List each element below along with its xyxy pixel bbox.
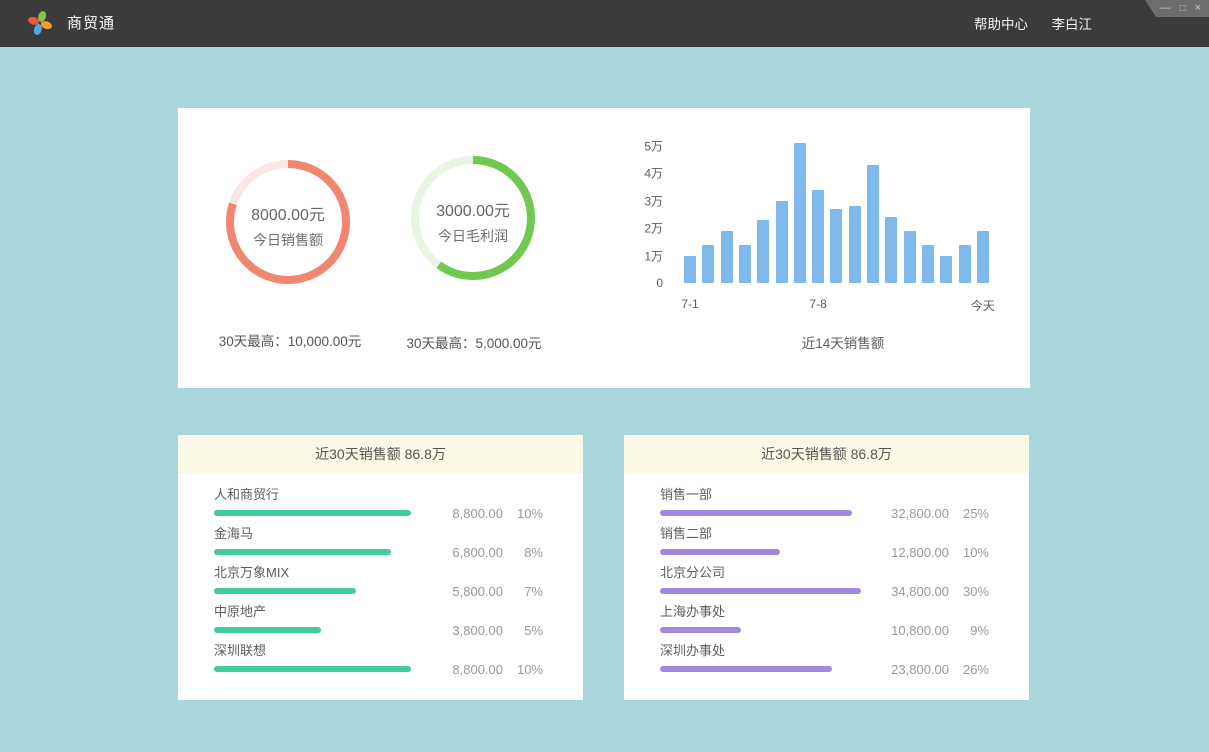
list-item-label: 人和商贸行 [214, 486, 543, 506]
list-item: 北京分公司34,800.0030% [660, 564, 989, 603]
list-item-bar [214, 627, 321, 633]
daily-sales-bar [757, 220, 769, 283]
daily-sales-bar [959, 245, 971, 284]
y-axis-tick: 1万 [644, 247, 663, 264]
daily-sales-bar [684, 256, 696, 284]
daily-sales-bar [794, 143, 806, 283]
top-departments-rows: 销售一部32,800.0025%销售二部12,800.0010%北京分公司34,… [624, 473, 1029, 681]
list-item-percent: 10% [503, 662, 543, 677]
daily-sales-bar [977, 231, 989, 283]
daily-sales-bar [849, 206, 861, 283]
list-item-label: 销售一部 [660, 486, 989, 506]
x-axis-tick: 7-8 [809, 297, 826, 311]
list-item-label: 深圳联想 [214, 642, 543, 662]
daily-sales-bar [721, 231, 733, 283]
list-item-percent: 5% [503, 623, 543, 638]
list-item-label: 销售二部 [660, 525, 989, 545]
window-controls: — □ × [1145, 0, 1209, 17]
list-item: 人和商贸行8,800.0010% [214, 486, 543, 525]
list-item-value: 23,800.00 [869, 662, 949, 677]
list-item-bar [660, 588, 861, 594]
app-title: 商贸通 [67, 0, 115, 47]
y-axis-tick: 0 [656, 276, 663, 290]
list-item-value: 32,800.00 [869, 506, 949, 521]
daily-sales-bar [867, 165, 879, 283]
close-icon[interactable]: × [1195, 0, 1201, 17]
list-item-label: 北京万象MIX [214, 564, 543, 584]
sales-14d-bar-chart: 近14天销售额 0 1万 2万 3万 4万 5万 7-1 7-8 今天 [178, 108, 1030, 388]
y-axis-tick: 3万 [644, 192, 663, 209]
list-item-bar [214, 666, 411, 672]
list-item-label: 深圳办事处 [660, 642, 989, 662]
top-customers-rows: 人和商贸行8,800.0010%金海马6,800.008%北京万象MIX5,80… [178, 473, 583, 681]
daily-sales-bar [904, 231, 916, 283]
y-axis-tick: 2万 [644, 220, 663, 237]
list-item-bar [214, 510, 411, 516]
list-item: 销售一部32,800.0025% [660, 486, 989, 525]
y-axis-tick: 5万 [644, 137, 663, 154]
list-item-label: 北京分公司 [660, 564, 989, 584]
list-item-label: 金海马 [214, 525, 543, 545]
list-item-value: 6,800.00 [423, 545, 503, 560]
list-item-value: 8,800.00 [423, 506, 503, 521]
list-item: 北京万象MIX5,800.007% [214, 564, 543, 603]
list-item-label: 上海办事处 [660, 603, 989, 623]
list-item-value: 12,800.00 [869, 545, 949, 560]
y-axis-tick: 4万 [644, 165, 663, 182]
list-item-percent: 26% [949, 662, 989, 677]
list-item: 上海办事处10,800.009% [660, 603, 989, 642]
daily-sales-bar [940, 256, 952, 284]
app-logo-pinwheel-icon [27, 10, 53, 36]
titlebar: 商贸通 帮助中心 李白江 — □ × [0, 0, 1209, 47]
daily-sales-bar [885, 217, 897, 283]
daily-sales-bar [776, 201, 788, 284]
top-departments-title: 近30天销售额 86.8万 [624, 435, 1029, 473]
today-summary-card: 8000.00元 今日销售额 30天最高：10,000.00元 3000.00元… [178, 108, 1030, 388]
x-axis-tick: 今天 [971, 297, 995, 314]
list-item-bar [660, 549, 780, 555]
current-user-link[interactable]: 李白江 [1052, 0, 1093, 47]
list-item: 销售二部12,800.0010% [660, 525, 989, 564]
list-item-percent: 9% [949, 623, 989, 638]
top-customers-card: 近30天销售额 86.8万 人和商贸行8,800.0010%金海马6,800.0… [178, 435, 583, 700]
list-item-value: 5,800.00 [423, 584, 503, 599]
sales-14d-chart-title: 近14天销售额 [684, 332, 1002, 352]
daily-sales-bar [922, 245, 934, 284]
list-item-value: 8,800.00 [423, 662, 503, 677]
maximize-icon[interactable]: □ [1180, 0, 1186, 17]
daily-sales-bar [739, 245, 751, 284]
list-item-bar [660, 627, 741, 633]
minimize-icon[interactable]: — [1160, 0, 1171, 17]
daily-sales-bar [702, 245, 714, 284]
help-center-link[interactable]: 帮助中心 [974, 0, 1028, 47]
list-item-percent: 30% [949, 584, 989, 599]
x-axis-tick: 7-1 [681, 297, 698, 311]
list-item-percent: 25% [949, 506, 989, 521]
list-item-label: 中原地产 [214, 603, 543, 623]
daily-sales-bar [830, 209, 842, 283]
list-item-value: 10,800.00 [869, 623, 949, 638]
list-item-percent: 10% [503, 506, 543, 521]
list-item-percent: 8% [503, 545, 543, 560]
daily-sales-bar [812, 190, 824, 284]
list-item-bar [214, 549, 391, 555]
list-item: 中原地产3,800.005% [214, 603, 543, 642]
list-item: 深圳办事处23,800.0026% [660, 642, 989, 681]
list-item-percent: 10% [949, 545, 989, 560]
list-item: 深圳联想8,800.0010% [214, 642, 543, 681]
top-customers-title: 近30天销售额 86.8万 [178, 435, 583, 473]
list-item: 金海马6,800.008% [214, 525, 543, 564]
list-item-bar [660, 666, 832, 672]
list-item-percent: 7% [503, 584, 543, 599]
list-item-value: 34,800.00 [869, 584, 949, 599]
top-departments-card: 近30天销售额 86.8万 销售一部32,800.0025%销售二部12,800… [624, 435, 1029, 700]
list-item-value: 3,800.00 [423, 623, 503, 638]
list-item-bar [660, 510, 852, 516]
list-item-bar [214, 588, 356, 594]
